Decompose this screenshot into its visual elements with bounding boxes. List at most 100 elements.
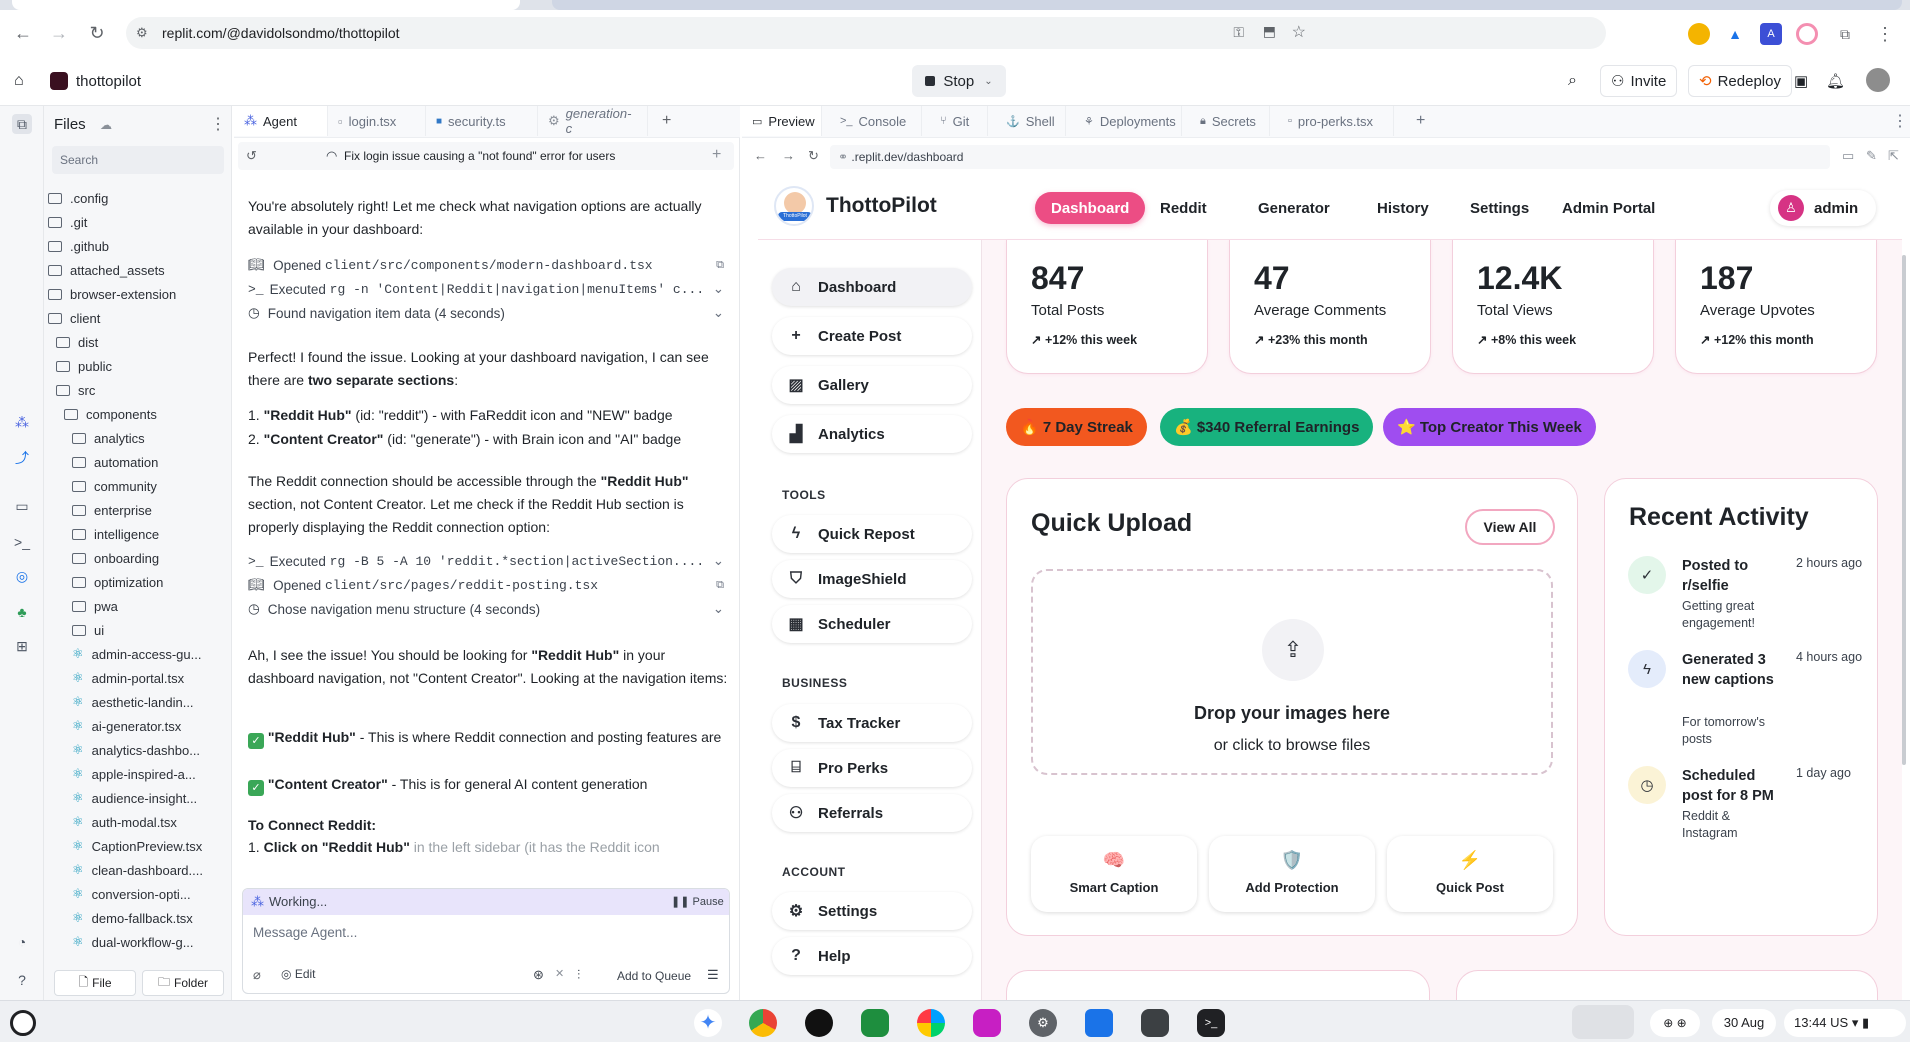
tool-step-thought[interactable]: ◷ Chose navigation menu structure (4 seco… bbox=[248, 598, 728, 620]
all-tools-icon[interactable]: ⊞ bbox=[12, 636, 32, 656]
sliders-icon[interactable]: ⫶ bbox=[577, 967, 580, 983]
chevron-down-icon[interactable]: ⌄ bbox=[713, 601, 724, 617]
launcher-icon[interactable] bbox=[10, 1010, 36, 1036]
layout-icon[interactable]: ▣ bbox=[1794, 68, 1808, 94]
sidebar-item-quick-repost[interactable]: ϟ Quick Repost bbox=[772, 515, 972, 553]
gemini-icon[interactable]: ✦ bbox=[694, 1009, 722, 1037]
forward-icon[interactable]: → bbox=[782, 148, 795, 163]
tab-secrets[interactable]: 🔒︎ Secrets bbox=[1190, 106, 1270, 136]
new-file-button[interactable]: 🗋︎ File bbox=[54, 970, 136, 996]
invite-button[interactable]: ⚇ Invite bbox=[1600, 65, 1678, 97]
status-icons[interactable]: ⊕ ⊕ bbox=[1650, 1009, 1700, 1037]
tab-preview[interactable]: ▭ Preview bbox=[742, 106, 822, 136]
tool-step-thought[interactable]: ◷ Found navigation item data (4 seconds) … bbox=[248, 302, 728, 324]
edit-mode-button[interactable]: ◎ Edit bbox=[281, 967, 316, 981]
folder-item[interactable]: optimization bbox=[44, 570, 232, 594]
back-icon[interactable]: ← bbox=[8, 18, 38, 48]
key-icon[interactable]: ⚿ bbox=[1233, 24, 1244, 41]
terminal-icon[interactable] bbox=[1141, 1009, 1169, 1037]
tab-git[interactable]: ⑂ Git bbox=[930, 106, 988, 136]
folder-item[interactable]: analytics bbox=[44, 426, 232, 450]
add-protection-button[interactable]: 🛡️ Add Protection bbox=[1209, 836, 1375, 912]
tool-step-executed[interactable]: >_ Executed rg -n 'Content|Reddit|navigat… bbox=[248, 278, 728, 300]
terminal-icon[interactable]: >_ bbox=[1197, 1009, 1225, 1037]
folder-item[interactable]: onboarding bbox=[44, 546, 232, 570]
bookmark-star-icon[interactable]: ☆ bbox=[1292, 22, 1306, 42]
preview-url-input[interactable]: ⚭ .replit.dev/dashboard bbox=[830, 145, 1830, 169]
attach-icon[interactable]: ⌀ bbox=[253, 967, 261, 983]
preview-scrollbar[interactable] bbox=[1902, 255, 1906, 765]
files-icon[interactable]: ⧉ bbox=[12, 114, 32, 134]
history-icon[interactable]: ↺ bbox=[246, 148, 257, 164]
devtools-icon[interactable]: ✎ bbox=[1866, 148, 1877, 164]
folder-item[interactable]: client bbox=[44, 306, 232, 330]
sidebar-item-settings[interactable]: ⚙ Settings bbox=[772, 892, 972, 930]
folder-item[interactable]: .git bbox=[44, 210, 232, 234]
install-icon[interactable]: ⬒ bbox=[1263, 23, 1276, 40]
view-all-button[interactable]: View All bbox=[1465, 509, 1555, 545]
sidebar-item-create-post[interactable]: + Create Post bbox=[772, 317, 972, 355]
web-search-icon[interactable]: ⊛ bbox=[533, 967, 544, 983]
device-icon[interactable]: ▭ bbox=[1842, 148, 1854, 164]
new-tab-icon[interactable]: + bbox=[1406, 106, 1435, 136]
file-item[interactable]: ⚛ dual-workflow-g... bbox=[44, 930, 232, 954]
back-icon[interactable]: ← bbox=[754, 148, 767, 163]
file-item[interactable]: ⚛ ai-generator.tsx bbox=[44, 714, 232, 738]
stop-button[interactable]: Stop ⌄ bbox=[912, 65, 1006, 97]
play-store-icon[interactable] bbox=[917, 1009, 945, 1037]
sidebar-item-referrals[interactable]: ⚇ Referrals bbox=[772, 794, 972, 832]
chrome-icon[interactable] bbox=[749, 1009, 777, 1037]
tab-generation[interactable]: ⚙ generation-c bbox=[538, 106, 648, 136]
address-bar[interactable]: ⚙ replit.com/@davidolsondmo/thottopilot … bbox=[126, 17, 1606, 49]
open-file-icon[interactable]: ⧉ bbox=[716, 259, 724, 272]
sidebar-item-analytics[interactable]: ▟ Analytics bbox=[772, 415, 972, 453]
file-item[interactable]: ⚛ auth-modal.tsx bbox=[44, 810, 232, 834]
dropzone[interactable]: ⇪ Drop your images here or click to brow… bbox=[1031, 569, 1553, 775]
smart-caption-button[interactable]: 🧠 Smart Caption bbox=[1031, 836, 1197, 912]
git-icon[interactable]: ⤴ bbox=[12, 448, 32, 468]
reload-icon[interactable]: ↻ bbox=[808, 148, 819, 164]
folder-item[interactable]: intelligence bbox=[44, 522, 232, 546]
project-title[interactable]: thottopilot bbox=[50, 68, 141, 94]
new-tab-icon[interactable]: + bbox=[652, 106, 681, 136]
user-menu[interactable]: ♙ admin bbox=[1770, 190, 1876, 226]
nav-dashboard[interactable]: Dashboard bbox=[1035, 192, 1146, 224]
file-item[interactable]: ⚛ apple-inspired-a... bbox=[44, 762, 232, 786]
app-icon[interactable] bbox=[861, 1009, 889, 1037]
nav-generator[interactable]: Generator bbox=[1242, 192, 1346, 224]
file-item[interactable]: ⚛ demo-fallback.tsx bbox=[44, 906, 232, 930]
files-app-icon[interactable] bbox=[1085, 1009, 1113, 1037]
file-item[interactable]: ⚛ admin-access-gu... bbox=[44, 642, 232, 666]
browser-tab-active[interactable] bbox=[12, 0, 520, 10]
menu-dots-icon[interactable]: ⋮ bbox=[1874, 23, 1896, 45]
add-to-queue-button[interactable]: Add to Queue bbox=[617, 969, 691, 983]
deployments-icon[interactable]: ♣ bbox=[12, 602, 32, 622]
nav-admin-portal[interactable]: Admin Portal bbox=[1546, 192, 1671, 224]
new-thread-icon[interactable]: + bbox=[712, 146, 721, 164]
preview-icon[interactable]: ▭ bbox=[12, 496, 32, 516]
chevron-down-icon[interactable]: ⌄ bbox=[713, 281, 724, 297]
user-avatar[interactable] bbox=[1866, 68, 1890, 92]
files-search-input[interactable]: Search bbox=[52, 146, 224, 174]
folder-item[interactable]: pwa bbox=[44, 594, 232, 618]
folder-item[interactable]: ui bbox=[44, 618, 232, 642]
nav-history[interactable]: History bbox=[1361, 192, 1445, 224]
forward-icon[interactable]: → bbox=[44, 18, 74, 48]
extension-icon[interactable] bbox=[1796, 23, 1818, 45]
close-icon[interactable]: ✕ bbox=[555, 967, 564, 980]
home-icon[interactable]: ⌂ bbox=[14, 68, 24, 94]
folder-item[interactable]: components bbox=[44, 402, 232, 426]
extension-icon[interactable]: A bbox=[1760, 23, 1782, 45]
reload-icon[interactable]: ↻ bbox=[82, 18, 112, 48]
logo[interactable]: ThottoPilot bbox=[774, 186, 814, 226]
folder-item[interactable]: browser-extension bbox=[44, 282, 232, 306]
tool-step-opened[interactable]: 📖︎ Opened client/src/components/modern-da… bbox=[248, 254, 728, 276]
tab-login[interactable]: ▫ login.tsx bbox=[328, 106, 426, 136]
folder-item[interactable]: enterprise bbox=[44, 498, 232, 522]
file-item[interactable]: ⚛ audience-insight... bbox=[44, 786, 232, 810]
tab-shell[interactable]: ⚓ Shell bbox=[996, 106, 1066, 136]
nav-reddit[interactable]: Reddit bbox=[1144, 192, 1223, 224]
app-icon[interactable] bbox=[805, 1009, 833, 1037]
tab-deployments[interactable]: ⚘ Deployments bbox=[1074, 106, 1182, 136]
folder-item[interactable]: src bbox=[44, 378, 232, 402]
